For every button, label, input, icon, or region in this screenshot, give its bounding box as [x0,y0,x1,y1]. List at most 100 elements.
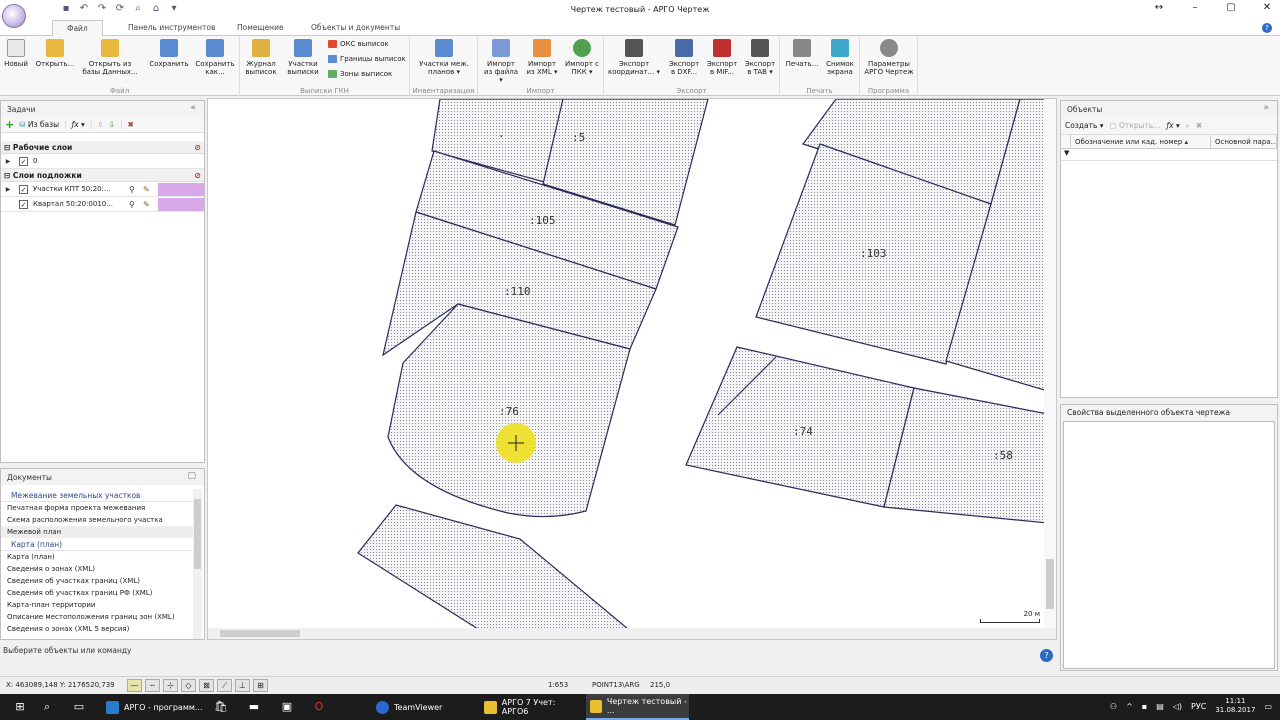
doc-category[interactable]: Карта (план) [1,538,193,551]
filter-row[interactable]: ▼ [1061,149,1277,161]
import-file-button[interactable]: Импорт из файла ▾ [482,39,520,84]
doc-item[interactable]: Сведения об участках границ РФ (XML) [1,587,193,599]
import-pkk-button[interactable]: Импорт с ПКК ▾ [564,39,600,76]
snap-line-icon[interactable]: — [127,679,142,692]
restore-arrows-icon[interactable]: ↔ [1152,2,1166,13]
command-help-icon[interactable]: ? [1040,649,1053,662]
base-layers-group[interactable]: ⊟ Слои подложки ⊘ [1,169,204,182]
explorer-icon[interactable]: ▬ [247,700,261,714]
open-button[interactable]: Открыть... [33,39,77,68]
maximize-icon[interactable]: ▢ [1224,2,1238,13]
clock[interactable]: 11:11 31.08.2017 [1215,697,1255,715]
people-icon[interactable]: ⚇ [1110,702,1117,711]
create-button[interactable]: Создать ▾ [1065,121,1104,130]
add-icon[interactable]: + [5,118,14,131]
taskbar-app-teamviewer[interactable]: TeamViewer [372,694,475,720]
move-up-icon[interactable]: ⇧ [97,120,103,129]
tab-file[interactable]: Файл [52,20,103,37]
network-icon[interactable]: ▤ [1156,702,1164,711]
tab-objects-docs[interactable]: Объекты и документы [311,23,400,32]
zones-button[interactable]: Зоны выписок [328,70,392,78]
export-coords-button[interactable]: Экспорт координат... ▾ [608,39,660,76]
export-tab-button[interactable]: Экспорт в TAB ▾ [742,39,778,76]
volume-icon[interactable]: ◁) [1173,702,1182,711]
snap-intersection-icon[interactable]: ⊠ [199,679,214,692]
taskbar-app-drawing[interactable]: Чертеж тестовый - ... [586,694,689,720]
doc-item[interactable]: Печатная форма проекта межевания [1,502,193,514]
new-button[interactable]: Новый [2,39,30,68]
windows-start-icon[interactable]: ⊞ [13,700,27,714]
doc-item[interactable]: Сведения о зонах (XML 5 версия) [1,623,193,635]
snap-point-icon[interactable]: ⊹ [163,679,178,692]
delete-icon[interactable]: ✖ [1196,121,1202,130]
open-button[interactable]: ▢ Открыть... [1110,121,1161,130]
from-db-button[interactable]: ⛁ Из базы [19,120,59,129]
opera-icon[interactable]: O [312,700,326,714]
borders-button[interactable]: Границы выписок [328,55,406,63]
doc-item[interactable]: Сведения о зонах (XML) [1,563,193,575]
save-as-button[interactable]: Сохранить как... [194,39,236,76]
task-view-icon[interactable]: ▭ [72,700,86,714]
edit-icon[interactable]: ✎ [143,185,150,194]
map-horizontal-scrollbar[interactable] [208,628,1056,639]
function-dropdown[interactable]: ƒx ▾ [1166,121,1179,130]
layer-checkbox[interactable]: ✓ [19,184,28,194]
store-icon[interactable]: 🛍 [214,700,228,714]
language-indicator[interactable]: РУС [1191,702,1206,711]
tray-app-icon[interactable]: ▪ [1142,702,1147,711]
edit-icon[interactable]: ✎ [143,200,150,209]
documents-scrollbar[interactable] [193,489,202,639]
layer-color-swatch[interactable] [158,197,204,211]
print-button[interactable]: Печать... [784,39,820,68]
notifications-icon[interactable]: ▭ [1264,702,1272,711]
function-dropdown[interactable]: ƒx ▾ [72,120,85,129]
taskbar-app-argo7[interactable]: АРГО 7 Учет: АРГО6 [480,694,583,720]
snapshot-button[interactable]: Снимок экрана [822,39,858,76]
layer-checkbox[interactable]: ✓ [19,199,28,209]
zoom-to-icon[interactable]: ⌕ [1186,121,1190,131]
export-dxf-button[interactable]: Экспорт в DXF... [666,39,702,76]
import-xml-button[interactable]: Импорт из XML ▾ [524,39,560,76]
binoculars-icon[interactable]: ⚲ [129,185,135,194]
minimize-icon[interactable]: – [1188,2,1202,13]
open-db-button[interactable]: Открыть из базы Данных... [80,39,140,76]
search-icon[interactable]: ⌕ [40,700,54,714]
snap-perpendicular-icon[interactable]: ⊥ [235,679,250,692]
layer-row[interactable]: ▶ ✓ 0 [1,154,204,169]
survey-parcels-button[interactable]: Участки меж. планов ▾ [414,39,474,76]
doc-item[interactable]: Сведения об участках границ (XML) [1,575,193,587]
column-header[interactable]: Основной пара... [1211,135,1277,148]
visibility-off-icon[interactable]: ⊘ [194,171,201,180]
oks-button[interactable]: ОКС выписок [328,40,389,48]
journal-button[interactable]: Журнал выписок [244,39,278,76]
doc-category[interactable]: Межевание земельных участков [1,489,193,502]
layer-row[interactable]: ✓ Квартал 50:20:0010... ⚲ ✎ [1,197,204,212]
snap-grid-icon[interactable]: ⊞ [253,679,268,692]
snap-dashed-icon[interactable]: ╌ [145,679,160,692]
close-icon[interactable]: ✕ [1260,2,1274,13]
expand-icon[interactable]: ▶ [1,186,15,193]
doc-item[interactable]: Схема расположения земельного участка [1,514,193,526]
help-icon[interactable]: ? [1262,23,1272,33]
collapse-icon[interactable]: » [1263,103,1269,113]
doc-item[interactable]: Описание местоположения границ зон (XML) [1,611,193,623]
doc-item[interactable]: Карта-план территории [1,599,193,611]
command-line[interactable]: Выберите объекты или команду [0,643,1058,659]
chevron-up-icon[interactable]: ^ [1126,702,1133,711]
visibility-off-icon[interactable]: ⊘ [194,143,201,152]
layer-checkbox[interactable]: ✓ [19,156,28,166]
tab-toolbar[interactable]: Панель инструментов [128,23,215,32]
delete-icon[interactable]: ✖ [127,120,133,129]
binoculars-icon[interactable]: ⚲ [129,200,135,209]
doc-item-selected[interactable]: Межевой план [1,526,193,538]
save-button[interactable]: Сохранить [148,39,190,68]
expand-icon[interactable]: ▶ [1,158,15,165]
column-header[interactable]: Обозначение или кад. номер ▴ [1071,135,1211,148]
snap-edge-icon[interactable]: ⟋ [217,679,232,692]
map-vertical-scrollbar[interactable] [1044,99,1056,629]
work-layers-group[interactable]: ⊟ Рабочие слои ⊘ [1,141,204,154]
collapse-icon[interactable]: « [190,103,196,113]
export-mif-button[interactable]: Экспорт в MIF... [704,39,740,76]
move-down-icon[interactable]: ⇩ [109,120,115,129]
parcel-shape[interactable] [357,504,629,629]
